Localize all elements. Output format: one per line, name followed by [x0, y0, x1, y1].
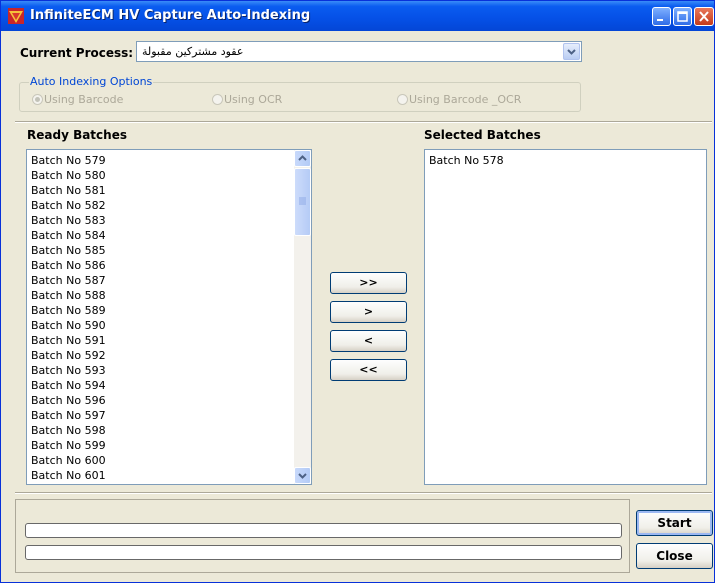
- window-title: InfiniteECM HV Capture Auto-Indexing: [30, 8, 311, 23]
- progress-bar-2: [25, 545, 622, 560]
- radio-using-barcode-ocr[interactable]: [397, 94, 408, 105]
- ready-batches-list[interactable]: Batch No 579 Batch No 580 Batch No 581 Batc…: [26, 149, 312, 485]
- dropdown-button[interactable]: [563, 43, 580, 60]
- list-item[interactable]: Batch No 597: [31, 408, 106, 423]
- list-item[interactable]: Batch No 601: [31, 468, 106, 483]
- list-item[interactable]: Batch No 579: [31, 153, 106, 168]
- add-button[interactable]: >: [330, 301, 407, 323]
- ready-batches-label: Ready Batches: [27, 128, 127, 142]
- scroll-up-button[interactable]: [294, 150, 311, 167]
- list-item[interactable]: Batch No 598: [31, 423, 106, 438]
- auto-indexing-legend: Auto Indexing Options: [29, 75, 154, 88]
- scroll-down-button[interactable]: [294, 467, 311, 484]
- top-separator: [15, 121, 712, 123]
- radio-using-barcode[interactable]: [32, 94, 43, 105]
- list-item[interactable]: Batch No 583: [31, 213, 106, 228]
- start-button[interactable]: Start: [636, 510, 713, 536]
- list-item[interactable]: Batch No 588: [31, 288, 106, 303]
- list-item[interactable]: Batch No 594: [31, 378, 106, 393]
- app-logo-icon: [8, 8, 24, 24]
- list-item[interactable]: Batch No 596: [31, 393, 106, 408]
- radio-using-barcode-ocr-label: Using Barcode _OCR: [409, 93, 522, 106]
- close-window-button[interactable]: [694, 7, 714, 26]
- remove-button[interactable]: <: [330, 330, 407, 352]
- scroll-thumb[interactable]: [294, 168, 311, 236]
- list-item[interactable]: Batch No 587: [31, 273, 106, 288]
- list-item[interactable]: Batch No 600: [31, 453, 106, 468]
- list-item[interactable]: Batch No 584: [31, 228, 106, 243]
- radio-using-ocr[interactable]: [212, 94, 223, 105]
- chevron-down-icon: [298, 473, 307, 479]
- minimize-button[interactable]: [652, 7, 671, 26]
- minimize-icon: [657, 19, 663, 21]
- list-item[interactable]: Batch No 580: [31, 168, 106, 183]
- radio-using-barcode-label: Using Barcode: [44, 93, 124, 106]
- bottom-separator: [15, 492, 712, 494]
- chevron-down-icon: [567, 49, 576, 55]
- list-item[interactable]: Batch No 585: [31, 243, 106, 258]
- list-item[interactable]: Batch No 591: [31, 333, 106, 348]
- selected-batches-list[interactable]: Batch No 578: [424, 149, 707, 485]
- list-item[interactable]: Batch No 578: [429, 153, 504, 168]
- list-item[interactable]: Batch No 590: [31, 318, 106, 333]
- progress-bar-1: [25, 523, 622, 538]
- app-window: InfiniteECM HV Capture Auto-Indexing Cur…: [0, 0, 715, 583]
- list-item[interactable]: Batch No 589: [31, 303, 106, 318]
- list-item[interactable]: Batch No 599: [31, 438, 106, 453]
- title-bar[interactable]: InfiniteECM HV Capture Auto-Indexing: [1, 1, 714, 31]
- current-process-select[interactable]: عقود مشتركين مقبولة: [136, 41, 582, 62]
- list-item[interactable]: Batch No 586: [31, 258, 106, 273]
- list-item[interactable]: Batch No 593: [31, 363, 106, 378]
- current-process-value: عقود مشتركين مقبولة: [142, 45, 244, 58]
- maximize-button[interactable]: [673, 7, 692, 26]
- current-process-label: Current Process:: [20, 46, 134, 60]
- add-all-button[interactable]: >>: [330, 272, 407, 294]
- chevron-up-icon: [298, 155, 307, 161]
- close-icon: [699, 11, 709, 22]
- ready-batches-scrollbar[interactable]: [294, 150, 311, 484]
- radio-using-ocr-label: Using OCR: [224, 93, 283, 106]
- selected-batches-label: Selected Batches: [424, 128, 541, 142]
- remove-all-button[interactable]: <<: [330, 359, 407, 381]
- list-item[interactable]: Batch No 592: [31, 348, 106, 363]
- list-item[interactable]: Batch No 582: [31, 198, 106, 213]
- close-button[interactable]: Close: [636, 543, 713, 569]
- grip-icon: [299, 197, 306, 205]
- list-item[interactable]: Batch No 581: [31, 183, 106, 198]
- maximize-icon: [677, 11, 688, 22]
